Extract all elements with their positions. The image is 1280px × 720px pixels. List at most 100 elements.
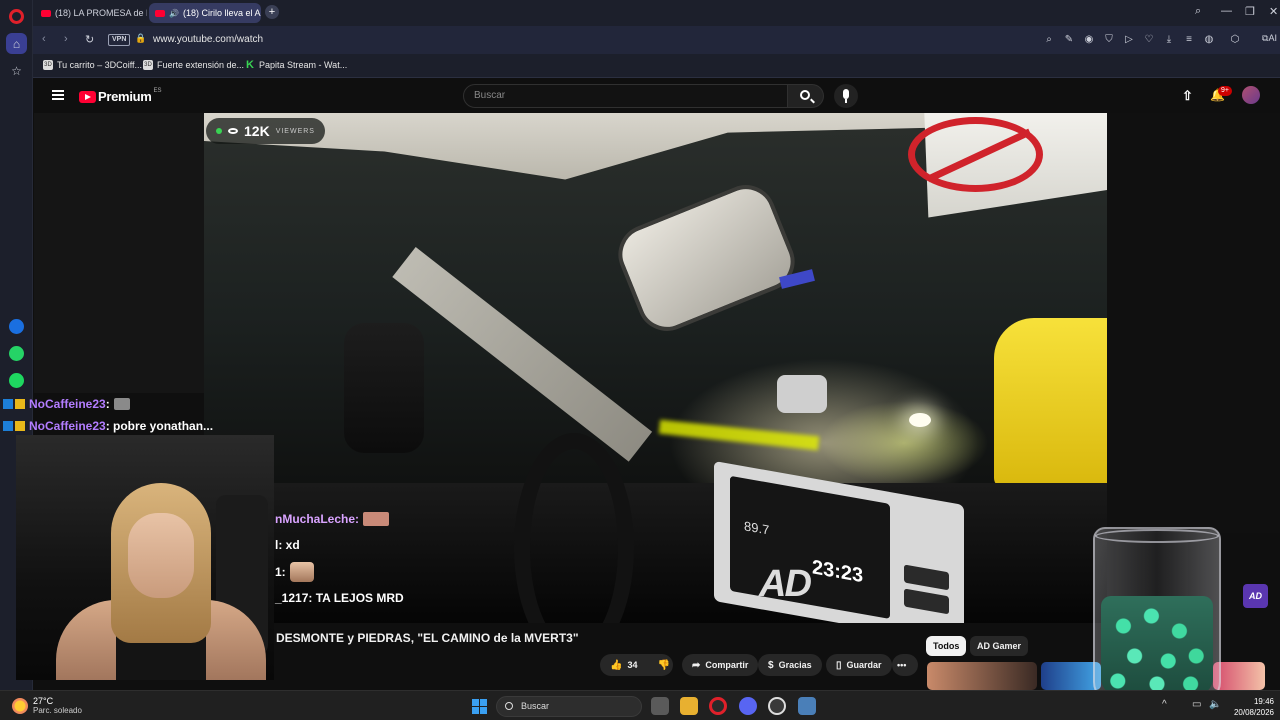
ai-button[interactable]: ⧉AI <box>1262 33 1277 44</box>
reload-button[interactable]: ↻ <box>85 33 94 46</box>
file-explorer-icon[interactable] <box>680 697 698 715</box>
new-tab-button[interactable]: + <box>265 5 279 19</box>
forward-button[interactable]: › <box>64 33 68 45</box>
passenger-right <box>994 318 1107 488</box>
opera-taskbar-icon[interactable] <box>709 697 727 715</box>
channel-watermark: AD <box>759 563 812 605</box>
thumbs-up-icon[interactable]: 👍 <box>610 660 622 671</box>
address-bar: ‹ › ↻ VPN 🔒 www.youtube.com/watch ⌕ ✎ ◉ … <box>33 26 1280 54</box>
tab-cirilo[interactable]: 🔊 (18) Cirilo lleva el AUT <box>149 3 261 23</box>
youtube-logo[interactable]: Premium ES <box>79 88 162 104</box>
weather-widget[interactable]: 27°C Parc. soleado <box>12 696 82 715</box>
thumbnail[interactable] <box>927 662 1037 690</box>
share-label: Compartir <box>705 660 749 670</box>
chat-username: NoCaffeine23 <box>29 397 106 411</box>
video-chat-message: _1217: TA LEJOS MRD <box>275 591 404 605</box>
ai-label: AI <box>1268 33 1277 43</box>
ad-channel-badge[interactable]: AD <box>1243 584 1268 608</box>
camera-icon[interactable]: ◉ <box>1083 34 1095 46</box>
video-title: DESMONTE y PIEDRAS, "EL CAMINO de la MVE… <box>276 631 579 645</box>
bookmark-fuerte-extension[interactable]: 3D Fuerte extensión de... <box>143 60 244 70</box>
discord-icon[interactable] <box>739 697 757 715</box>
search-button[interactable] <box>788 84 824 108</box>
like-dislike-group[interactable]: 👍 34 👎 <box>600 654 673 676</box>
download-icon[interactable]: ⤓ <box>1163 34 1175 46</box>
right-dark-panel <box>1107 113 1280 533</box>
minimize-button[interactable]: — <box>1221 5 1232 17</box>
jar-rim <box>1095 529 1219 543</box>
url-field[interactable]: www.youtube.com/watch <box>153 34 263 45</box>
extension-icon[interactable]: ⬡ <box>1229 34 1241 46</box>
upload-icon[interactable]: ⇧ <box>1182 88 1193 104</box>
chip-ad-gamer[interactable]: AD Gamer <box>970 636 1029 656</box>
save-button[interactable]: ▯ Guardar <box>826 654 892 676</box>
chip-all[interactable]: Todos <box>926 636 967 656</box>
screen-display: 89.7 23:23 <box>730 475 890 619</box>
face-emote-icon <box>289 562 314 582</box>
bookmark-3dcoiff[interactable]: 3D Tu carrito – 3DCoiff... <box>43 60 142 70</box>
volume-icon[interactable]: 🔈 <box>1209 699 1221 710</box>
tray-chevron-icon[interactable]: ^ <box>1162 699 1167 710</box>
thumbs-down-icon[interactable]: 👎 <box>657 660 669 671</box>
bookmark-label: Fuerte extensión de... <box>157 60 245 70</box>
whatsapp-icon[interactable] <box>9 346 24 361</box>
logo-text: Premium <box>98 89 152 104</box>
taskbar-search-input[interactable]: Buscar <box>496 696 642 717</box>
tab-strip: (18) LA PROMESA de Kin 🔊 (18) Cirilo lle… <box>33 0 1280 26</box>
search-input[interactable]: Buscar <box>463 84 788 108</box>
home-icon[interactable]: ⌂ <box>6 33 27 54</box>
windows-start-icon[interactable] <box>472 699 487 714</box>
youtube-play-icon <box>79 90 96 103</box>
play-icon[interactable]: ▷ <box>1123 34 1135 46</box>
profile-icon[interactable]: ◍ <box>1203 34 1215 46</box>
back-button[interactable]: ‹ <box>42 33 46 45</box>
shield-icon[interactable]: ⛉ <box>1103 34 1115 46</box>
taskbar-search-label: Buscar <box>521 701 550 711</box>
notification-count-badge: 9+ <box>1218 86 1232 96</box>
bookmark-papita-stream[interactable]: K Papita Stream - Wat... <box>245 60 348 71</box>
share-button[interactable]: ➦ Compartir <box>682 654 759 676</box>
more-actions-button[interactable]: ••• <box>892 654 918 676</box>
settings-icon[interactable] <box>798 697 816 715</box>
save-label: Guardar <box>846 660 882 670</box>
avatar[interactable] <box>1242 86 1260 104</box>
screen-frequency: 89.7 <box>744 518 770 538</box>
heart-icon[interactable]: ♡ <box>1143 34 1155 46</box>
close-window-button[interactable]: ✕ <box>1269 5 1278 18</box>
system-clock[interactable]: 19:46 20/08/2026 <box>1228 696 1274 718</box>
vpn-badge[interactable]: VPN <box>108 34 131 46</box>
car-pillar <box>392 247 653 462</box>
thanks-button[interactable]: $ Gracias <box>758 654 822 676</box>
live-dot-icon <box>216 128 222 134</box>
cat-emote-icon <box>113 398 130 410</box>
youtube-favicon-icon <box>41 9 51 17</box>
save-icon: ▯ <box>836 659 842 671</box>
maximize-button[interactable]: ❐ <box>1245 5 1255 18</box>
search-tabs-icon[interactable]: ⌕ <box>1195 5 1201 18</box>
edit-icon[interactable]: ✎ <box>1063 34 1075 46</box>
chat-text: _1217: TA LEJOS MRD <box>275 591 404 605</box>
left-dark-panel <box>34 113 204 393</box>
hamburger-menu-icon[interactable] <box>52 90 64 100</box>
thumbnail[interactable] <box>1041 662 1101 690</box>
task-view-icon[interactable] <box>651 697 669 715</box>
video-player[interactable]: 89.7 23:23 AD <box>204 113 1107 623</box>
thanks-label: Gracias <box>778 660 812 670</box>
spotify-icon[interactable] <box>9 373 24 388</box>
thanks-icon: $ <box>768 659 774 671</box>
speaker-icon[interactable]: 🔊 <box>169 9 179 18</box>
tab-la-promesa[interactable]: (18) LA PROMESA de Kin <box>35 3 147 23</box>
app-icon[interactable] <box>768 697 786 715</box>
lock-icon[interactable]: 🔒 <box>135 33 146 44</box>
bookmark-label: Papita Stream - Wat... <box>259 60 348 70</box>
star-icon[interactable]: ☆ <box>6 60 27 81</box>
search-icon[interactable]: ⌕ <box>1043 34 1055 46</box>
network-icon[interactable]: ▭ <box>1192 699 1201 710</box>
chat-text: l: xd <box>275 538 300 552</box>
menu-icon[interactable]: ≡ <box>1183 34 1195 46</box>
viewer-count: 12K <box>244 123 270 139</box>
voice-search-icon[interactable] <box>834 84 858 108</box>
weather-icon <box>12 697 28 714</box>
messenger-icon[interactable] <box>9 319 24 334</box>
opera-logo-icon[interactable] <box>9 9 24 24</box>
